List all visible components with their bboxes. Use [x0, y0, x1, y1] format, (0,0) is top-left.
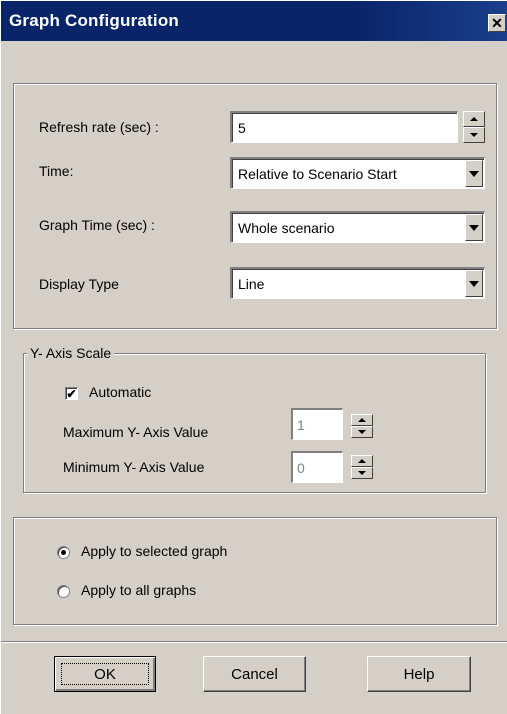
dialog-title: Graph Configuration: [9, 11, 180, 30]
focus-rectangle: [61, 663, 149, 685]
arrow-up-icon: [358, 418, 366, 422]
chevron-down-icon: [469, 224, 479, 231]
automatic-checkbox[interactable]: ✔: [65, 387, 78, 400]
apply-selected-label: Apply to selected graph: [81, 543, 228, 559]
spin-up-button[interactable]: [463, 111, 485, 127]
automatic-label: Automatic: [89, 384, 152, 400]
time-select[interactable]: Relative to Scenario Start: [230, 157, 485, 189]
display-type-label: Display Type: [39, 276, 119, 292]
cancel-button[interactable]: Cancel: [203, 656, 306, 692]
spin-down-button[interactable]: [463, 127, 485, 143]
max-y-axis-label: Maximum Y- Axis Value: [63, 424, 209, 440]
arrow-down-icon: [358, 430, 366, 434]
arrow-up-icon: [470, 117, 478, 121]
graph-time-value: Whole scenario: [238, 219, 335, 236]
graph-configuration-dialog: Graph Configuration ✕ Refresh rate (sec)…: [0, 0, 507, 714]
arrow-down-icon: [358, 471, 366, 475]
arrow-up-icon: [358, 459, 366, 463]
min-y-axis-value: 0: [297, 459, 305, 476]
max-y-axis-input[interactable]: 1: [291, 408, 343, 440]
refresh-rate-input[interactable]: 5: [230, 111, 458, 143]
display-type-dropdown-button[interactable]: [465, 270, 483, 297]
display-type-select[interactable]: Line: [230, 267, 485, 299]
spin-down-button[interactable]: [351, 467, 373, 479]
apply-all-label: Apply to all graphs: [81, 582, 197, 598]
time-value: Relative to Scenario Start: [238, 165, 397, 182]
spin-down-button[interactable]: [351, 426, 373, 438]
help-button-label: Help: [403, 665, 435, 683]
spin-up-button[interactable]: [351, 455, 373, 467]
close-icon: ✕: [491, 15, 503, 31]
y-axis-scale-legend: Y- Axis Scale: [27, 345, 115, 361]
time-label: Time:: [39, 163, 74, 179]
apply-all-radio[interactable]: [57, 585, 70, 598]
min-y-axis-input[interactable]: 0: [291, 451, 343, 483]
checkmark-icon: ✔: [66, 386, 77, 401]
ok-button[interactable]: OK: [54, 656, 156, 692]
refresh-rate-spinner[interactable]: [463, 111, 485, 143]
chevron-down-icon: [469, 280, 479, 287]
button-bar-separator: [1, 641, 507, 643]
min-y-axis-spinner[interactable]: [351, 455, 373, 479]
max-y-axis-value: 1: [297, 416, 305, 433]
radio-selected-dot: [61, 550, 66, 555]
max-y-axis-spinner[interactable]: [351, 414, 373, 438]
cancel-button-label: Cancel: [231, 665, 278, 683]
time-dropdown-button[interactable]: [465, 160, 483, 187]
graph-time-dropdown-button[interactable]: [465, 214, 483, 241]
display-type-value: Line: [238, 275, 265, 292]
refresh-rate-label: Refresh rate (sec) :: [39, 119, 159, 135]
refresh-rate-value: 5: [238, 119, 246, 136]
close-button[interactable]: ✕: [488, 14, 506, 32]
graph-time-select[interactable]: Whole scenario: [230, 211, 485, 243]
apply-selected-radio[interactable]: [57, 546, 70, 559]
arrow-down-icon: [470, 133, 478, 137]
graph-time-label: Graph Time (sec) :: [39, 217, 155, 233]
spin-up-button[interactable]: [351, 414, 373, 426]
title-bar[interactable]: Graph Configuration ✕: [1, 1, 507, 41]
chevron-down-icon: [469, 170, 479, 177]
apply-scope-group: [13, 517, 497, 625]
min-y-axis-label: Minimum Y- Axis Value: [63, 459, 205, 475]
help-button[interactable]: Help: [367, 656, 471, 692]
